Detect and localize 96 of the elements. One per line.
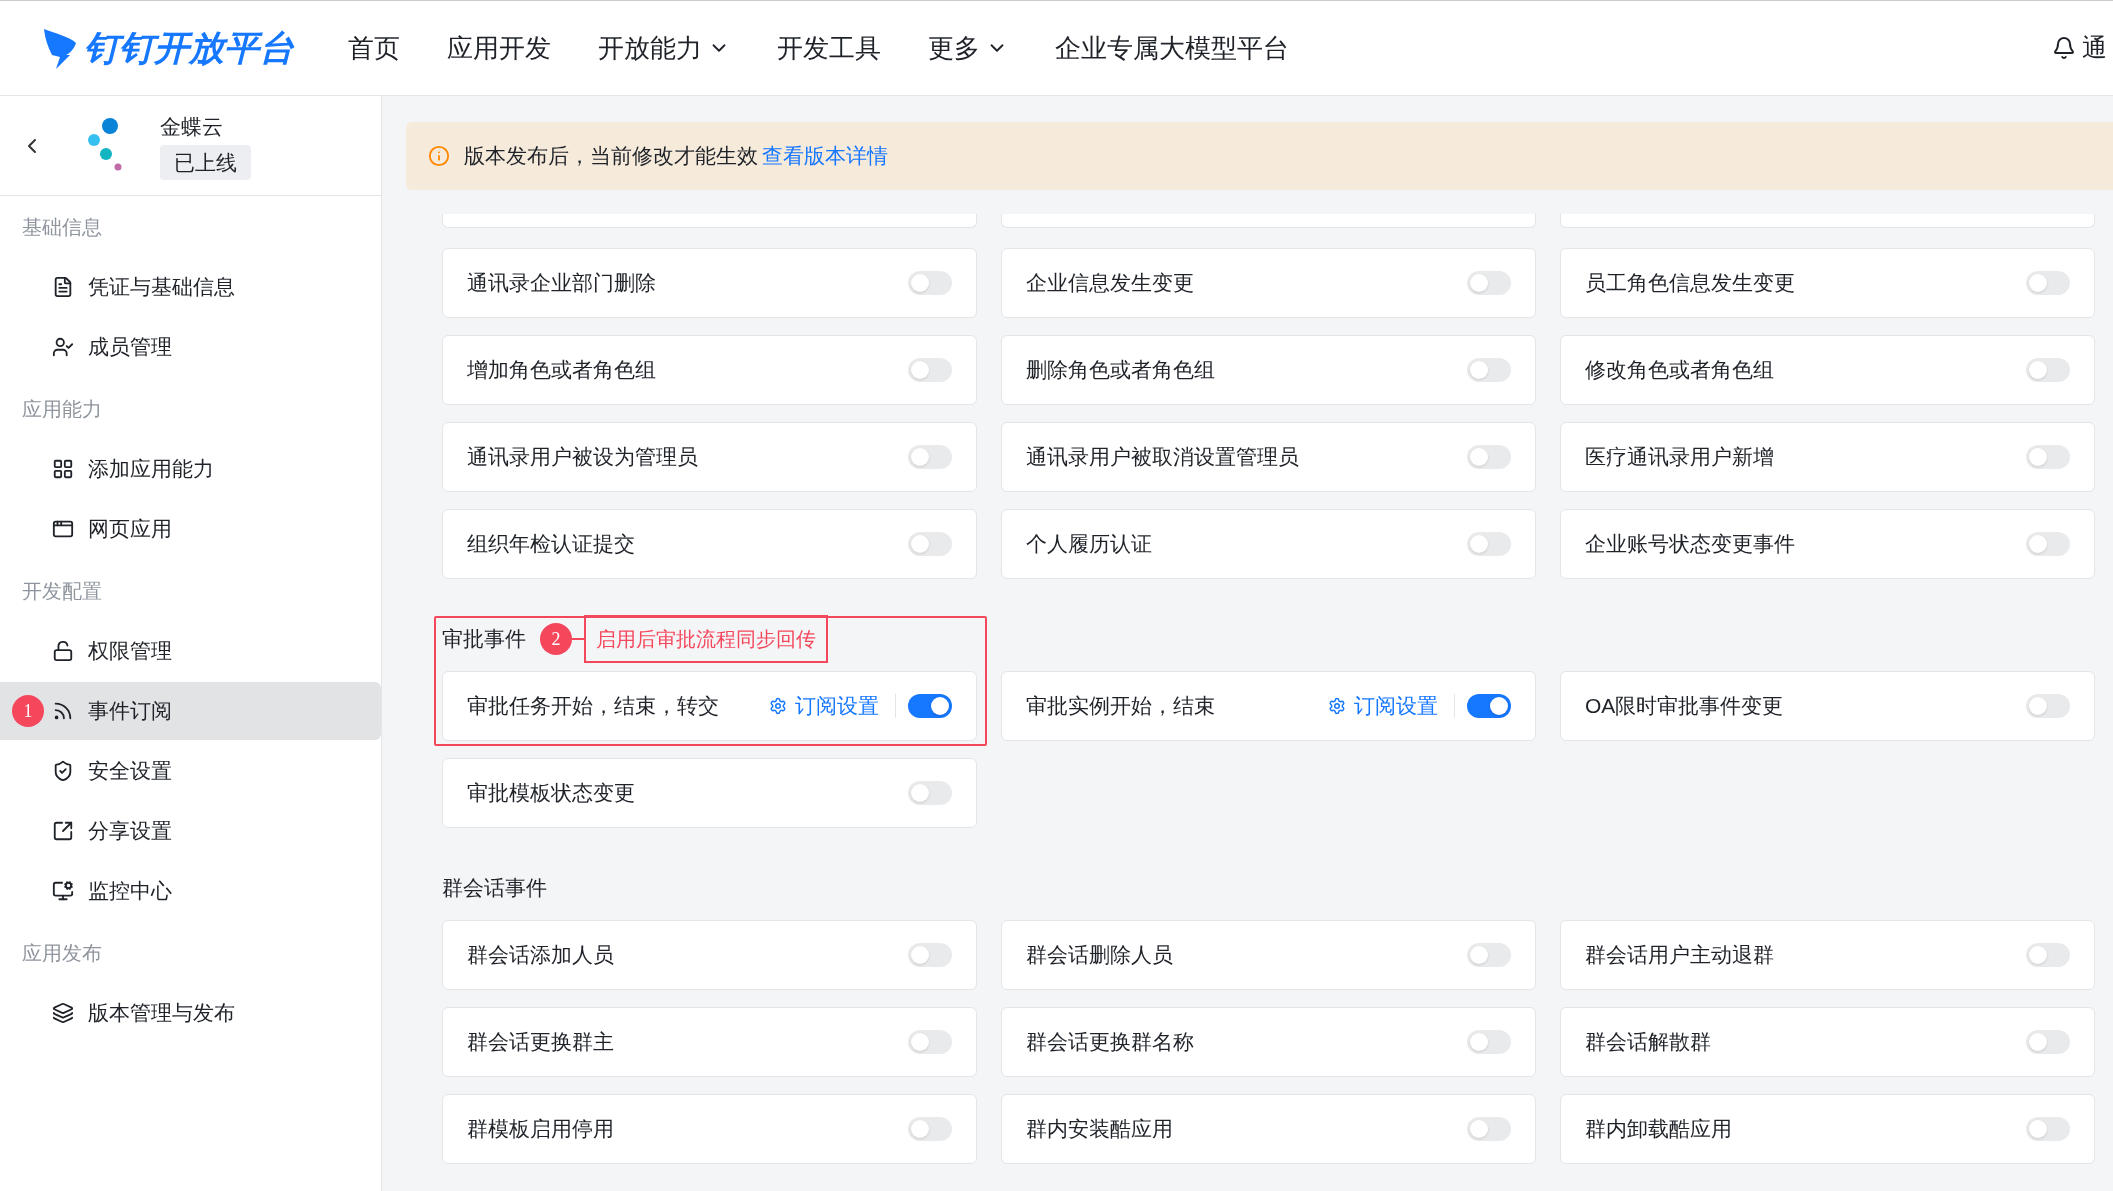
toggle-switch[interactable]: [908, 445, 952, 469]
event-label: 群模板启用停用: [467, 1116, 615, 1143]
toggle-switch[interactable]: [1467, 1117, 1511, 1141]
event-label: 修改角色或者角色组: [1585, 357, 1775, 384]
nav-link[interactable]: 企业专属大模型平台: [1055, 28, 1289, 68]
toggle-switch[interactable]: [908, 271, 952, 295]
section-title: 群会话事件: [442, 875, 547, 902]
browser-window-icon: [52, 518, 74, 540]
info-icon: [428, 145, 450, 167]
event-label: 群会话用户主动退群: [1585, 942, 1775, 969]
event-label: 群会话删除人员: [1026, 942, 1174, 969]
feed-icon: [52, 700, 74, 722]
sidebar-item[interactable]: 添加应用能力: [0, 440, 381, 498]
event-label: 通讯录企业部门删除: [467, 270, 657, 297]
subscription-settings-link[interactable]: 订阅设置: [1328, 690, 1438, 722]
toggle-switch[interactable]: [2026, 694, 2070, 718]
event-label: 群内安装酷应用: [1026, 1116, 1174, 1143]
bell-icon: [2052, 36, 2076, 60]
event-label: 群会话更换群名称: [1026, 1029, 1195, 1056]
sidebar-item[interactable]: 版本管理与发布: [0, 984, 381, 1042]
sidebar-group-title: 应用发布: [21, 941, 103, 966]
notification-link[interactable]: 通: [2052, 29, 2113, 67]
toggle-switch[interactable]: [1467, 1030, 1511, 1054]
event-label: 通讯录用户被设为管理员: [467, 444, 699, 471]
step-badge: 1: [12, 695, 44, 727]
nav-link[interactable]: 开发工具: [777, 28, 881, 68]
toggle-switch[interactable]: [1467, 358, 1511, 382]
toggle-switch[interactable]: [2026, 943, 2070, 967]
sidebar-item[interactable]: 成员管理: [0, 318, 381, 376]
toggle-switch[interactable]: [1467, 445, 1511, 469]
toggle-switch[interactable]: [1467, 271, 1511, 295]
nav-link[interactable]: 开放能力: [598, 28, 730, 68]
event-label: 员工角色信息发生变更: [1585, 270, 1796, 297]
sidebar-group-title: 开发配置: [21, 579, 103, 604]
shield-icon: [52, 760, 74, 782]
sidebar-item[interactable]: 网页应用: [0, 500, 381, 558]
event-label: 审批模板状态变更: [467, 780, 636, 807]
settings-icon: [769, 697, 787, 715]
subscription-settings-link[interactable]: 订阅设置: [769, 690, 879, 722]
sidebar-item[interactable]: 分享设置: [0, 802, 381, 860]
sidebar-item[interactable]: 1 事件订阅: [0, 682, 381, 740]
toggle-switch[interactable]: [908, 532, 952, 556]
nav-link[interactable]: 更多: [928, 28, 1008, 68]
user-icon: [52, 336, 74, 358]
nav-link[interactable]: 应用开发: [447, 28, 551, 68]
toggle-switch[interactable]: [1467, 694, 1511, 718]
share-icon: [52, 820, 74, 842]
monitor-icon: [52, 880, 74, 902]
event-label: OA限时审批事件变更: [1585, 693, 1785, 720]
sidebar-item[interactable]: 凭证与基础信息: [0, 258, 381, 316]
toggle-switch[interactable]: [908, 781, 952, 805]
toggle-switch[interactable]: [1467, 943, 1511, 967]
event-label: 审批实例开始，结束: [1026, 693, 1216, 720]
logo-text[interactable]: 钉钉开放平台: [84, 21, 294, 75]
event-label: 审批任务开始，结束，转交: [467, 693, 720, 720]
event-label: 组织年检认证提交: [467, 531, 636, 558]
event-label: 企业信息发生变更: [1026, 270, 1195, 297]
event-label: 个人履历认证: [1026, 531, 1153, 558]
event-label: 企业账号状态变更事件: [1585, 531, 1796, 558]
event-label: 群会话更换群主: [467, 1029, 615, 1056]
toggle-switch[interactable]: [908, 943, 952, 967]
status-tag: 已上线: [160, 144, 251, 180]
toggle-switch[interactable]: [908, 1117, 952, 1141]
toggle-switch[interactable]: [1467, 532, 1511, 556]
toggle-switch[interactable]: [2026, 271, 2070, 295]
sidebar-item[interactable]: 监控中心: [0, 862, 381, 920]
sidebar-item[interactable]: 安全设置: [0, 742, 381, 800]
sidebar-group-title: 基础信息: [21, 215, 103, 240]
event-label: 通讯录用户被取消设置管理员: [1026, 444, 1300, 471]
app-name: 金蝶云: [160, 114, 223, 140]
toggle-switch[interactable]: [2026, 1030, 2070, 1054]
document-icon: [52, 276, 74, 298]
toggle-switch[interactable]: [2026, 445, 2070, 469]
layers-icon: [52, 1002, 74, 1024]
lock-icon: [52, 640, 74, 662]
event-label: 删除角色或者角色组: [1026, 357, 1216, 384]
notice-text: 版本发布后，当前修改才能生效: [464, 143, 758, 170]
event-label: 群内卸载酷应用: [1585, 1116, 1733, 1143]
toggle-switch[interactable]: [908, 358, 952, 382]
grid-plus-icon: [52, 458, 74, 480]
nav-link[interactable]: 首页: [348, 28, 400, 68]
event-label: 群会话解散群: [1585, 1029, 1712, 1056]
sidebar-group-title: 应用能力: [21, 397, 103, 422]
sidebar-item[interactable]: 权限管理: [0, 622, 381, 680]
event-label: 医疗通讯录用户新增: [1585, 444, 1775, 471]
toggle-switch[interactable]: [908, 694, 952, 718]
event-label: 增加角色或者角色组: [467, 357, 657, 384]
toggle-switch[interactable]: [2026, 532, 2070, 556]
event-label: 群会话添加人员: [467, 942, 615, 969]
step-badge: 2: [540, 623, 572, 655]
section-title: 审批事件: [442, 626, 526, 653]
annotation-callout: 启用后审批流程同步回传: [584, 615, 828, 663]
toggle-switch[interactable]: [908, 1030, 952, 1054]
toggle-switch[interactable]: [2026, 1117, 2070, 1141]
settings-icon: [1328, 697, 1346, 715]
toggle-switch[interactable]: [2026, 358, 2070, 382]
